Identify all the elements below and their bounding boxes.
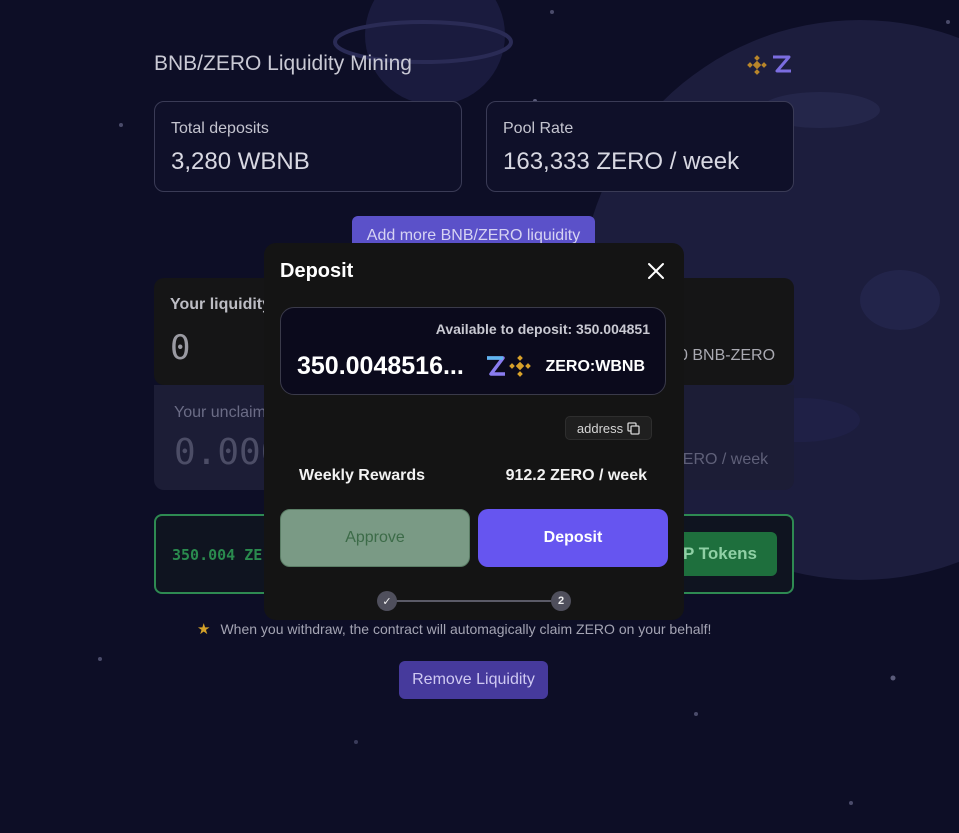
copy-icon xyxy=(627,421,640,435)
withdraw-note-text: When you withdraw, the contract will aut… xyxy=(220,621,712,637)
remove-liquidity-button[interactable]: Remove Liquidity xyxy=(399,661,548,699)
total-deposits-label: Total deposits xyxy=(171,120,269,137)
step-approve: ✓ xyxy=(377,591,397,611)
pool-rate-card: Pool Rate 163,333 ZERO / week xyxy=(486,101,794,192)
deposit-amount-box[interactable]: Available to deposit: 350.004851 350.004… xyxy=(280,307,666,395)
lp-amount: 350.004 ZE xyxy=(172,546,263,564)
pool-rate-value: 163,333 ZERO / week xyxy=(503,148,740,175)
star-icon: ★ xyxy=(197,621,211,638)
deposit-button[interactable]: Deposit xyxy=(478,509,668,567)
available-value: 350.004851 xyxy=(576,321,650,337)
token-pair-icons xyxy=(487,355,531,377)
deposit-amount-input[interactable]: 350.0048516... xyxy=(297,352,473,381)
weekly-rewards-label: Weekly Rewards xyxy=(299,467,425,484)
available-label: Available to deposit: xyxy=(435,321,573,337)
your-liquidity-label: Your liquidity xyxy=(170,296,272,313)
your-liquidity-value: 0 xyxy=(170,328,191,368)
token-name: ZERO:WBNB xyxy=(545,358,645,375)
address-label: address xyxy=(576,420,624,436)
close-icon[interactable] xyxy=(646,261,666,281)
total-deposits-card: Total deposits 3,280 WBNB xyxy=(154,101,462,192)
approve-button[interactable]: Approve xyxy=(280,509,470,567)
bnb-token-icon xyxy=(509,355,531,377)
progress-stepper: ✓ 2 xyxy=(377,591,571,611)
page-title: BNB/ZERO Liquidity Mining xyxy=(154,52,412,75)
stepper-line xyxy=(387,600,561,602)
available-to-deposit: Available to deposit: 350.004851 xyxy=(436,321,650,337)
modal-title: Deposit xyxy=(280,260,354,282)
bnb-zero-logo xyxy=(747,55,791,75)
lp-tokens-button[interactable]: P Tokens xyxy=(671,532,777,576)
address-copy-button[interactable]: address xyxy=(565,416,652,440)
total-deposits-value: 3,280 WBNB xyxy=(171,148,310,175)
step-deposit: 2 xyxy=(551,591,571,611)
withdraw-note: ★ When you withdraw, the contract will au… xyxy=(197,620,711,638)
your-liquidity-unit: 0 BNB-ZERO xyxy=(679,347,776,364)
unclaimed-rate: ZERO / week xyxy=(673,451,769,468)
deposit-modal: Deposit Available to deposit: 350.004851… xyxy=(264,243,684,620)
pool-rate-label: Pool Rate xyxy=(503,120,574,137)
zero-token-icon xyxy=(487,356,505,376)
weekly-rewards-value: 912.2 ZERO / week xyxy=(505,467,647,484)
